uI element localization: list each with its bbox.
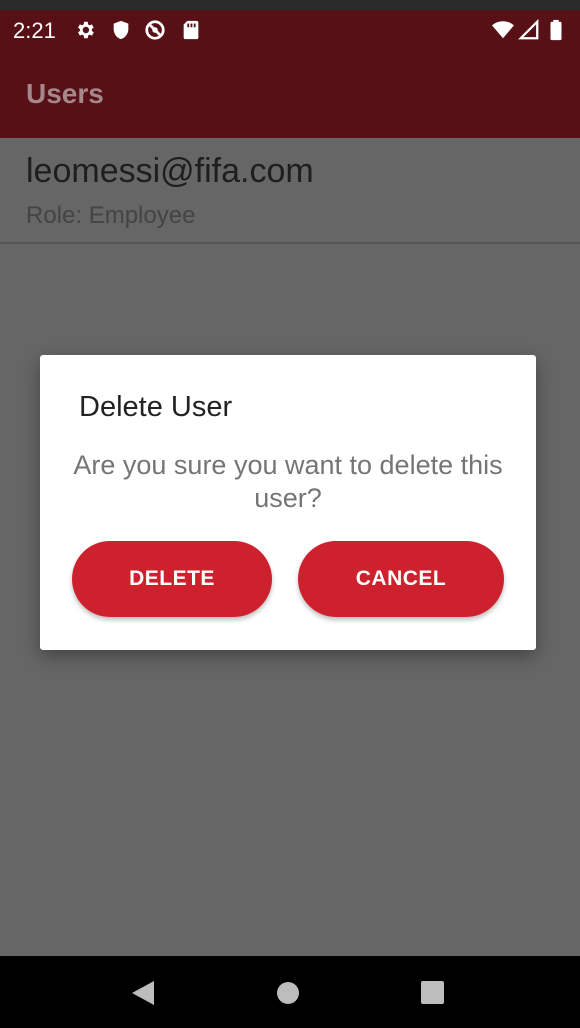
recents-icon[interactable] [420,980,446,1006]
back-icon[interactable] [130,980,156,1006]
user-email: leomessi@fifa.com [26,152,314,190]
no-sync-icon [144,19,166,41]
battery-icon [545,19,567,41]
user-list: leomessi@fifa.com Role: Employee [0,138,580,244]
dialog-message: Are you sure you want to delete this use… [73,450,503,513]
delete-user-dialog: Delete User Are you sure you want to del… [40,355,536,650]
top-edge [0,0,580,10]
app-bar: Users [0,50,580,138]
list-item[interactable]: leomessi@fifa.com Role: Employee [0,138,580,244]
cancel-button[interactable]: CANCEL [298,541,504,617]
page-title: Users [26,78,104,109]
status-bar: 2:21 [0,10,580,50]
status-time: 2:21 [13,18,56,43]
wifi-icon [492,19,514,41]
shield-icon [110,19,132,41]
dialog-title: Delete User [79,391,233,423]
delete-button[interactable]: DELETE [72,541,272,617]
sd-card-icon [180,19,202,41]
home-icon[interactable] [275,980,301,1006]
gear-icon [74,19,96,41]
user-role: Role: Employee [26,202,196,229]
cell-signal-icon [518,19,540,41]
navigation-bar [0,956,580,1028]
